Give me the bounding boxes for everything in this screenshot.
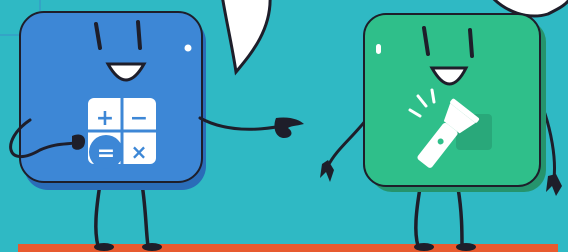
plus-symbol: + xyxy=(96,106,114,131)
right-eye xyxy=(136,20,142,50)
times-symbol: × xyxy=(131,140,148,164)
calculator-icon: + − = × xyxy=(88,98,156,169)
body-shine xyxy=(184,44,192,52)
body-shine xyxy=(376,44,381,54)
illustration-canvas: + − = × xyxy=(0,0,568,252)
right-foot xyxy=(456,243,476,251)
light-ray xyxy=(430,88,436,104)
minus-symbol: − xyxy=(130,106,148,131)
right-foot xyxy=(142,243,162,251)
right-eye xyxy=(468,28,474,58)
left-foot xyxy=(94,243,114,251)
left-foot xyxy=(414,243,434,251)
illustration-scene: + − = × xyxy=(0,0,568,252)
equals-symbol: = xyxy=(97,141,115,166)
